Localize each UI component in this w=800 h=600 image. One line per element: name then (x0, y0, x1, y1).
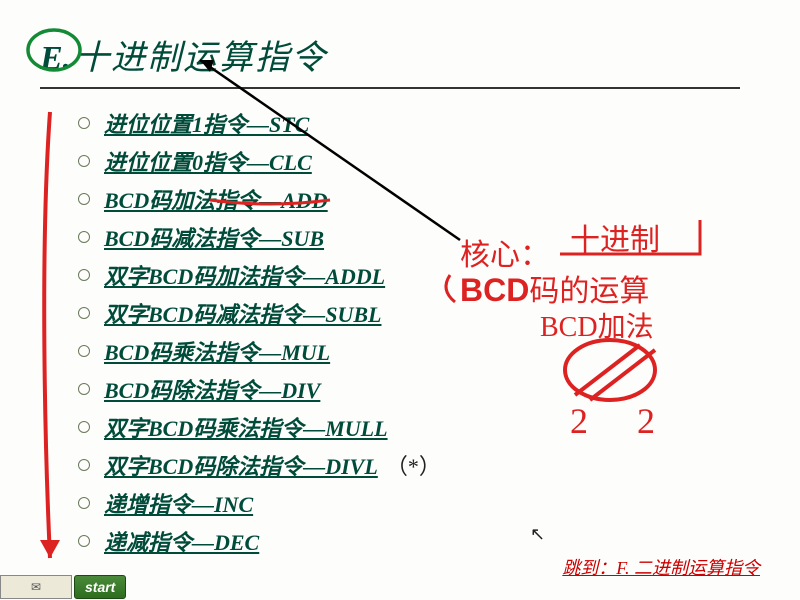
annotation-bcd: BCD (460, 272, 529, 308)
bullet-icon (78, 231, 90, 243)
list-item[interactable]: 双字BCD码除法指令—DIVL (104, 449, 378, 481)
tray-mail-icon: ✉ (31, 580, 41, 595)
list-item[interactable]: 进位位置1指令—STC (104, 107, 309, 139)
bullet-icon (78, 535, 90, 547)
mouse-cursor-icon: ↖ (530, 524, 545, 545)
bullet-icon (78, 497, 90, 509)
bullet-icon (78, 421, 90, 433)
taskbar: ✉ start (0, 574, 126, 600)
list-item[interactable]: 递减指令—DEC (104, 525, 259, 557)
jump-link[interactable]: 跳到：F. 二进制运算指令 (562, 554, 760, 580)
list-item[interactable]: BCD码除法指令—DIV (104, 373, 320, 405)
list-item[interactable]: 进位位置0指令—CLC (104, 145, 312, 177)
list-item[interactable]: 双字BCD码加法指令—ADDL (104, 259, 385, 291)
list-item[interactable]: BCD码减法指令—SUB (104, 221, 324, 253)
bullet-icon (78, 155, 90, 167)
bullet-icon (78, 307, 90, 319)
handwriting-22: 2 2 (570, 400, 675, 442)
bullet-icon (78, 345, 90, 357)
title-divider (40, 87, 740, 89)
bullet-icon (78, 383, 90, 395)
system-tray[interactable]: ✉ (0, 575, 72, 599)
bullet-icon (78, 193, 90, 205)
annotation-bcd-rest: 码的运算 (529, 275, 649, 308)
list-item[interactable]: BCD码加法指令—ADD (104, 183, 328, 215)
instruction-list: 进位位置1指令—STC 进位位置0指令—CLC BCD码加法指令—ADD BCD… (78, 107, 760, 557)
bullet-icon (78, 117, 90, 129)
list-item[interactable]: BCD码乘法指令—MUL (104, 335, 330, 367)
list-item[interactable]: 双字BCD码乘法指令—MULL (104, 411, 388, 443)
start-button[interactable]: start (74, 575, 126, 599)
bullet-icon (78, 459, 90, 471)
bullet-icon (78, 269, 90, 281)
handwriting-bcd-add: BCD加法 (540, 305, 654, 345)
handwriting-decimal: 十进制 (570, 215, 660, 259)
list-item[interactable]: 双字BCD码减法指令—SUBL (104, 297, 381, 329)
asterisk-note: （*） (386, 449, 441, 481)
list-item[interactable]: 递增指令—INC (104, 487, 253, 519)
title-text: 十进制运算指令 (75, 30, 327, 79)
title-letter: E. (40, 40, 71, 78)
